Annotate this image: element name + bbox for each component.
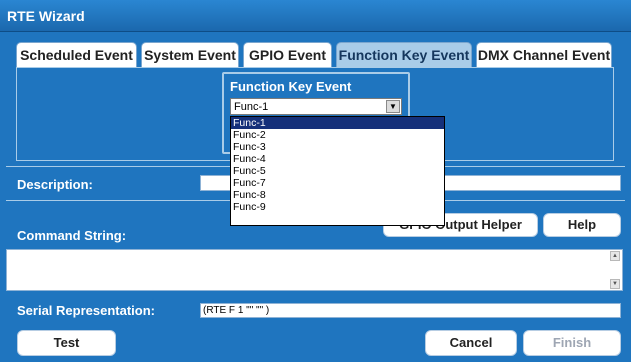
finish-button[interactable]: Finish <box>523 330 621 356</box>
title-bar: RTE Wizard <box>0 0 631 32</box>
tab-gpio-event[interactable]: GPIO Event <box>243 42 332 67</box>
function-key-selected-value: Func-1 <box>234 101 269 113</box>
function-key-dropdown-list[interactable]: Func-1 Func-2 Func-3 Func-4 Func-5 Func-… <box>230 116 445 226</box>
dropdown-option-func-2[interactable]: Func-2 <box>231 129 444 141</box>
serial-representation-field: (RTE F 1 "" "" ) <box>200 303 621 318</box>
arrow-down-icon[interactable]: ▼ <box>610 279 620 289</box>
description-label: Description: <box>17 177 93 192</box>
arrow-up-icon[interactable]: ▲ <box>610 251 620 261</box>
serial-representation-label: Serial Representation: <box>17 303 155 318</box>
dropdown-option-func-7[interactable]: Func-7 <box>231 177 444 189</box>
tab-system-event[interactable]: System Event <box>141 42 239 67</box>
serial-representation-value: (RTE F 1 "" "" ) <box>203 305 270 316</box>
tab-function-key-event[interactable]: Function Key Event <box>336 42 472 68</box>
test-button[interactable]: Test <box>17 330 116 356</box>
dropdown-option-func-4[interactable]: Func-4 <box>231 153 444 165</box>
tab-dmx-channel-event[interactable]: DMX Channel Event <box>476 42 612 67</box>
dropdown-option-func-1[interactable]: Func-1 <box>231 117 444 129</box>
window-title: RTE Wizard <box>7 8 85 24</box>
function-key-group-title: Function Key Event <box>230 79 352 94</box>
dropdown-option-func-9[interactable]: Func-9 <box>231 201 444 213</box>
function-key-select[interactable]: Func-1 ▼ <box>230 98 402 115</box>
command-scrollbar[interactable]: ▲ ▼ <box>610 251 620 289</box>
dropdown-option-func-5[interactable]: Func-5 <box>231 165 444 177</box>
dropdown-option-func-3[interactable]: Func-3 <box>231 141 444 153</box>
command-string-label: Command String: <box>17 228 127 243</box>
command-string-textarea[interactable]: ▲ ▼ <box>6 249 623 291</box>
rte-wizard-window: RTE Wizard Scheduled Event System Event … <box>0 0 631 362</box>
cancel-button[interactable]: Cancel <box>425 330 517 356</box>
dropdown-option-func-8[interactable]: Func-8 <box>231 189 444 201</box>
tab-scheduled-event[interactable]: Scheduled Event <box>16 42 137 67</box>
help-button[interactable]: Help <box>543 213 621 237</box>
chevron-down-icon[interactable]: ▼ <box>386 100 400 113</box>
